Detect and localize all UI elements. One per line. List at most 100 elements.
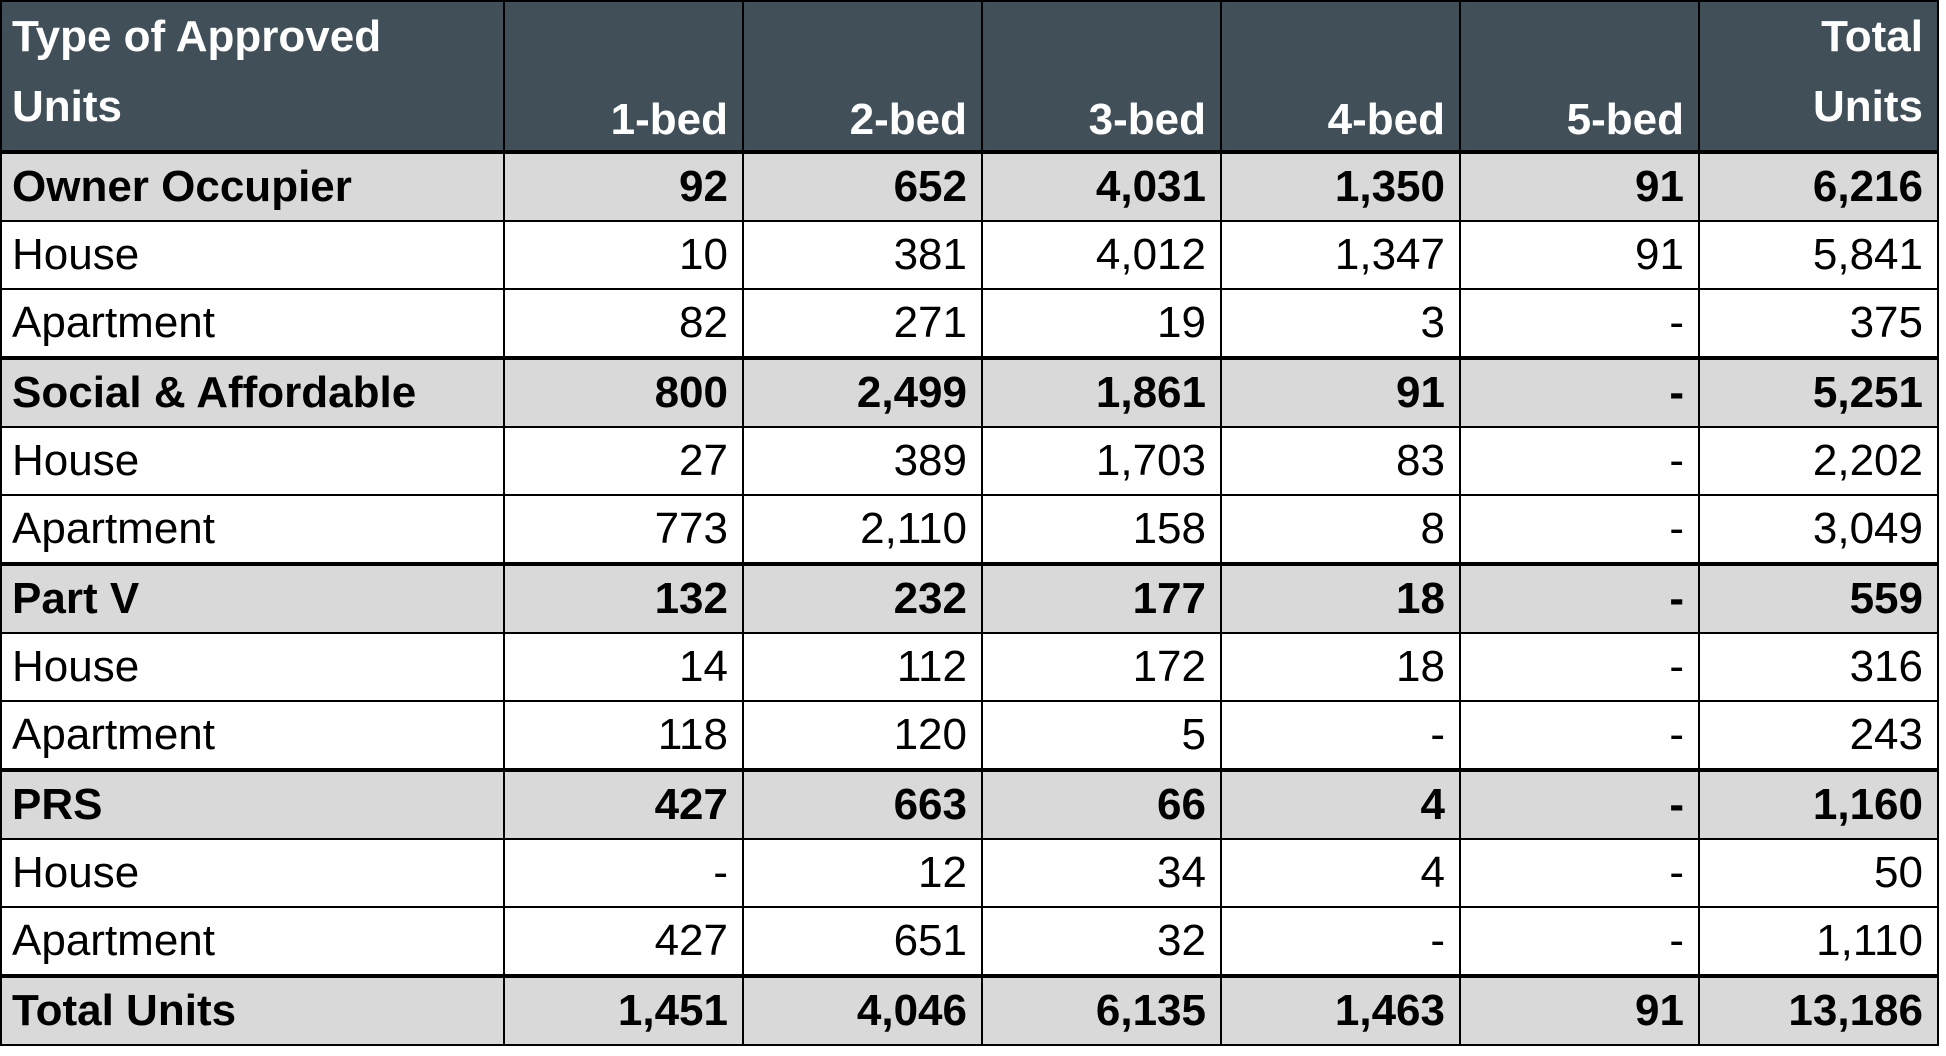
- cell-2-bed: 663: [742, 768, 983, 840]
- cell-1-bed: 773: [503, 494, 744, 565]
- cell-2-bed: 652: [742, 150, 983, 222]
- row-label: Owner Occupier: [0, 150, 505, 222]
- row-label: House: [0, 426, 505, 496]
- cell-2-bed: 271: [742, 288, 983, 359]
- group-row: PRS 427 663 66 4-1,160: [0, 768, 1939, 840]
- table-row: Apartment 82 271 19 3-375: [0, 288, 1939, 359]
- table-row: Apartment 118 120 5- -243: [0, 700, 1939, 771]
- header-3-bed: 3-bed: [981, 0, 1222, 153]
- cell-4-bed: 3: [1220, 288, 1461, 359]
- header-type: Type of Approved Units: [0, 0, 505, 153]
- row-label: Total Units: [0, 974, 505, 1046]
- header-1-bed: 1-bed: [503, 0, 744, 153]
- table-row: Apartment 773 2,110 158 8-3,049: [0, 494, 1939, 565]
- table-row: House 10 381 4,012 1,347 91 5,841: [0, 220, 1939, 290]
- cell-4-bed: 1,347: [1220, 220, 1461, 290]
- cell-5-bed: -: [1459, 426, 1700, 496]
- cell-4-bed: 1,463: [1220, 974, 1461, 1046]
- row-label: House: [0, 632, 505, 702]
- cell-5-bed: -: [1459, 632, 1700, 702]
- approved-units-table: Type of Approved Units 1-bed 2-bed 3-bed…: [0, 0, 1939, 1046]
- cell-4-bed: -: [1220, 700, 1461, 771]
- group-row: Social & Affordable 800 2,499 1,861 91-5,251: [0, 356, 1939, 428]
- cell-2-bed: 232: [742, 562, 983, 634]
- cell-4-bed: 4: [1220, 768, 1461, 840]
- cell-3-bed: 158: [981, 494, 1222, 565]
- cell-5-bed: -: [1459, 288, 1700, 359]
- cell-5-bed: -: [1459, 768, 1700, 840]
- cell-4-bed: 18: [1220, 562, 1461, 634]
- cell-total-units: 6,216: [1698, 150, 1939, 222]
- row-label: PRS: [0, 768, 505, 840]
- row-label: Apartment: [0, 906, 505, 977]
- cell-2-bed: 2,499: [742, 356, 983, 428]
- cell-total-units: 1,160: [1698, 768, 1939, 840]
- table-row: House 14 112 172 18-316: [0, 632, 1939, 702]
- cell-total-units: 5,251: [1698, 356, 1939, 428]
- cell-3-bed: 4,012: [981, 220, 1222, 290]
- header-4-bed: 4-bed: [1220, 0, 1461, 153]
- cell-3-bed: 1,861: [981, 356, 1222, 428]
- cell-4-bed: 83: [1220, 426, 1461, 496]
- header-row: Type of Approved Units 1-bed 2-bed 3-bed…: [0, 0, 1939, 153]
- cell-1-bed: 800: [503, 356, 744, 428]
- cell-5-bed: 91: [1459, 220, 1700, 290]
- cell-total-units: 13,186: [1698, 974, 1939, 1046]
- row-label: Apartment: [0, 288, 505, 359]
- cell-3-bed: 34: [981, 838, 1222, 908]
- cell-1-bed: 10: [503, 220, 744, 290]
- cell-1-bed: 427: [503, 906, 744, 977]
- group-row: Owner Occupier 92 652 4,031 1,350 91 6,216: [0, 150, 1939, 222]
- cell-2-bed: 4,046: [742, 974, 983, 1046]
- cell-2-bed: 112: [742, 632, 983, 702]
- header-total-units: Total Units: [1698, 0, 1939, 153]
- cell-4-bed: 18: [1220, 632, 1461, 702]
- cell-3-bed: 4,031: [981, 150, 1222, 222]
- cell-2-bed: 12: [742, 838, 983, 908]
- cell-total-units: 3,049: [1698, 494, 1939, 565]
- cell-2-bed: 120: [742, 700, 983, 771]
- row-label: House: [0, 838, 505, 908]
- cell-1-bed: 427: [503, 768, 744, 840]
- cell-3-bed: 66: [981, 768, 1222, 840]
- group-row: Part V 132 232 177 18-559: [0, 562, 1939, 634]
- cell-3-bed: 1,703: [981, 426, 1222, 496]
- cell-3-bed: 32: [981, 906, 1222, 977]
- cell-3-bed: 5: [981, 700, 1222, 771]
- cell-2-bed: 381: [742, 220, 983, 290]
- cell-1-bed: 1,451: [503, 974, 744, 1046]
- cell-1-bed: 132: [503, 562, 744, 634]
- cell-2-bed: 389: [742, 426, 983, 496]
- cell-5-bed: -: [1459, 838, 1700, 908]
- cell-5-bed: -: [1459, 906, 1700, 977]
- cell-5-bed: 91: [1459, 150, 1700, 222]
- total-row: Total Units 1,451 4,046 6,135 1,463 91 13,186: [0, 974, 1939, 1046]
- cell-1-bed: 14: [503, 632, 744, 702]
- cell-total-units: 1,110: [1698, 906, 1939, 977]
- cell-total-units: 375: [1698, 288, 1939, 359]
- cell-total-units: 50: [1698, 838, 1939, 908]
- cell-1-bed: 82: [503, 288, 744, 359]
- cell-5-bed: 91: [1459, 974, 1700, 1046]
- row-label: House: [0, 220, 505, 290]
- row-label: Apartment: [0, 494, 505, 565]
- table-row: Apartment 427 651 32- -1,110: [0, 906, 1939, 977]
- cell-total-units: 2,202: [1698, 426, 1939, 496]
- cell-2-bed: 651: [742, 906, 983, 977]
- cell-1-bed: 118: [503, 700, 744, 771]
- header-2-bed: 2-bed: [742, 0, 983, 153]
- header-5-bed: 5-bed: [1459, 0, 1700, 153]
- cell-4-bed: 91: [1220, 356, 1461, 428]
- cell-3-bed: 172: [981, 632, 1222, 702]
- cell-total-units: 559: [1698, 562, 1939, 634]
- cell-1-bed: -: [503, 838, 744, 908]
- cell-2-bed: 2,110: [742, 494, 983, 565]
- cell-1-bed: 92: [503, 150, 744, 222]
- cell-4-bed: 8: [1220, 494, 1461, 565]
- cell-4-bed: 1,350: [1220, 150, 1461, 222]
- cell-5-bed: -: [1459, 562, 1700, 634]
- cell-total-units: 5,841: [1698, 220, 1939, 290]
- cell-1-bed: 27: [503, 426, 744, 496]
- cell-4-bed: 4: [1220, 838, 1461, 908]
- cell-total-units: 243: [1698, 700, 1939, 771]
